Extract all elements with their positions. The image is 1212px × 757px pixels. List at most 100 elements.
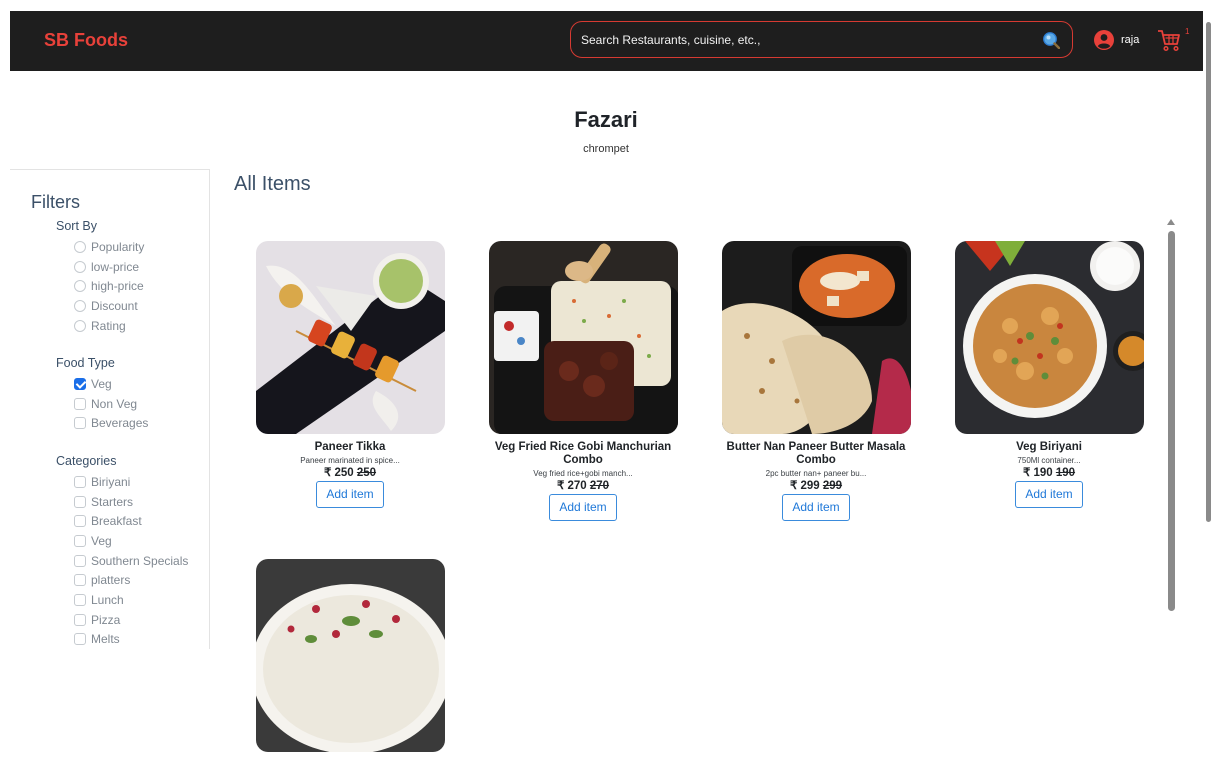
food-type-title: Food Type [56, 356, 115, 370]
menu-item-card: Paneer Tikka Paneer marinated in spice..… [255, 241, 445, 508]
sort-option-low-price[interactable]: low-price [56, 257, 144, 277]
category-biriyani[interactable]: Biriyani [56, 472, 188, 492]
radio-button[interactable] [74, 299, 86, 312]
radio-button[interactable] [74, 240, 86, 253]
sort-option-label: high-price [91, 279, 144, 294]
categories-group: Categories Biriyani Starters Breakfast V… [56, 454, 188, 649]
item-price: ₹ 299 299 [721, 479, 911, 493]
search-bar [570, 21, 1073, 58]
food-type-non-veg[interactable]: Non Veg [56, 394, 148, 414]
menu-item-card [250, 559, 451, 757]
restaurant-location: chrompet [583, 143, 629, 155]
page-scrollbar-thumb[interactable] [1206, 22, 1211, 522]
food-type-beverages[interactable]: Beverages [56, 413, 148, 433]
food-image-veg-fried-rice-combo [488, 241, 679, 436]
page-scrollbar[interactable] [1204, 0, 1212, 644]
item-description: Paneer marinated in spice... [300, 456, 400, 465]
cart-count-badge: 1 [1185, 27, 1190, 36]
food-type-label: Beverages [91, 416, 149, 431]
category-pizza[interactable]: Pizza [56, 610, 188, 630]
checkbox[interactable] [74, 397, 86, 410]
checkbox[interactable] [74, 593, 86, 606]
add-item-button[interactable]: Add item [316, 481, 384, 508]
menu-item-card: Veg Fried Rice Gobi Manchurian Combo Veg… [488, 241, 679, 521]
sort-option-label: Popularity [91, 239, 145, 254]
category-label: Southern Specials [91, 553, 189, 568]
food-image-butter-nan-combo [721, 241, 911, 434]
category-label: Melts [91, 632, 120, 647]
checkbox[interactable] [74, 613, 86, 626]
categories-title: Categories [56, 454, 117, 468]
menu-item-card: Veg Biriyani 750Ml container... ₹ 190 19… [954, 241, 1153, 508]
item-original-price: 190 [1055, 467, 1076, 479]
category-veg[interactable]: Veg [56, 531, 188, 551]
add-item-button[interactable]: Add item [1015, 481, 1083, 508]
item-description: Veg fried rice+gobi manch... [533, 469, 633, 478]
all-items-heading: All Items [234, 173, 311, 195]
profile-username: raja [1121, 34, 1140, 46]
food-type-veg[interactable]: Veg [56, 374, 148, 394]
item-original-price: 270 [589, 480, 610, 492]
sort-by-group: Sort By Popularity low-price high-price … [56, 219, 144, 335]
category-starters[interactable]: Starters [56, 492, 188, 512]
checkbox[interactable] [74, 417, 86, 430]
category-label: Breakfast [91, 514, 142, 529]
item-name: Veg Fried Rice Gobi Manchurian Combo [494, 441, 672, 466]
item-price: ₹ 270 270 [488, 479, 678, 493]
food-image-veg-biriyani [954, 241, 1153, 434]
category-southern-specials[interactable]: Southern Specials [56, 551, 188, 571]
item-name: Butter Nan Paneer Butter Masala Combo [726, 441, 906, 466]
item-original-price: 250 [356, 467, 377, 479]
checkbox[interactable] [74, 495, 86, 508]
category-label: Starters [91, 494, 134, 509]
item-description: 2pc butter nan+ paneer bu... [765, 469, 867, 478]
item-name: Paneer Tikka [314, 441, 386, 453]
sort-option-rating[interactable]: Rating [56, 316, 144, 336]
category-melts[interactable]: Melts [56, 630, 188, 650]
radio-button[interactable] [74, 280, 86, 293]
brand-logo[interactable]: SB Foods [44, 30, 128, 51]
item-discounted-price: ₹ 250 [323, 467, 354, 479]
checkbox[interactable] [74, 574, 86, 587]
item-original-price: 299 [822, 480, 843, 492]
category-lunch[interactable]: Lunch [56, 590, 188, 610]
sort-option-discount[interactable]: Discount [56, 296, 144, 316]
items-scrollbar[interactable] [1164, 215, 1178, 615]
add-item-button[interactable]: Add item [782, 494, 850, 521]
scrollbar-thumb[interactable] [1168, 231, 1175, 611]
cart-icon[interactable] [1156, 27, 1182, 53]
food-image-paneer-tikka [255, 241, 445, 434]
item-name: Veg Biriyani [1016, 441, 1082, 453]
menu-item-card: Butter Nan Paneer Butter Masala Combo 2p… [721, 241, 911, 521]
item-price: ₹ 250 250 [255, 466, 445, 480]
checkbox[interactable] [74, 515, 86, 528]
search-input[interactable] [581, 22, 1021, 57]
item-discounted-price: ₹ 190 [1022, 467, 1053, 479]
item-discounted-price: ₹ 270 [556, 480, 587, 492]
item-price: ₹ 190 190 [954, 466, 1144, 480]
item-description: 750Ml container... [1017, 456, 1081, 465]
category-label: Lunch [91, 592, 124, 607]
scroll-up-arrow-icon[interactable] [1167, 219, 1175, 225]
checkbox-checked[interactable] [74, 377, 86, 390]
category-label: Biriyani [91, 474, 131, 489]
restaurant-name: Fazari [574, 107, 638, 132]
category-breakfast[interactable]: Breakfast [56, 511, 188, 531]
category-platters[interactable]: platters [56, 570, 188, 590]
search-icon[interactable] [1042, 31, 1060, 49]
sort-option-label: Discount [91, 298, 138, 313]
sort-option-high-price[interactable]: high-price [56, 276, 144, 296]
checkbox[interactable] [74, 475, 86, 488]
checkbox[interactable] [74, 554, 86, 567]
profile-button[interactable]: raja [1093, 29, 1139, 51]
sort-option-popularity[interactable]: Popularity [56, 237, 144, 257]
add-item-button[interactable]: Add item [549, 494, 617, 521]
checkbox[interactable] [74, 534, 86, 547]
user-circle-icon [1094, 30, 1114, 50]
radio-button[interactable] [74, 260, 86, 273]
top-navbar: SB Foods raja 1 [10, 11, 1203, 71]
category-label: platters [91, 573, 131, 588]
category-label: Pizza [91, 612, 121, 627]
radio-button[interactable] [74, 319, 86, 332]
restaurant-header: Fazari chrompet [0, 107, 1212, 155]
